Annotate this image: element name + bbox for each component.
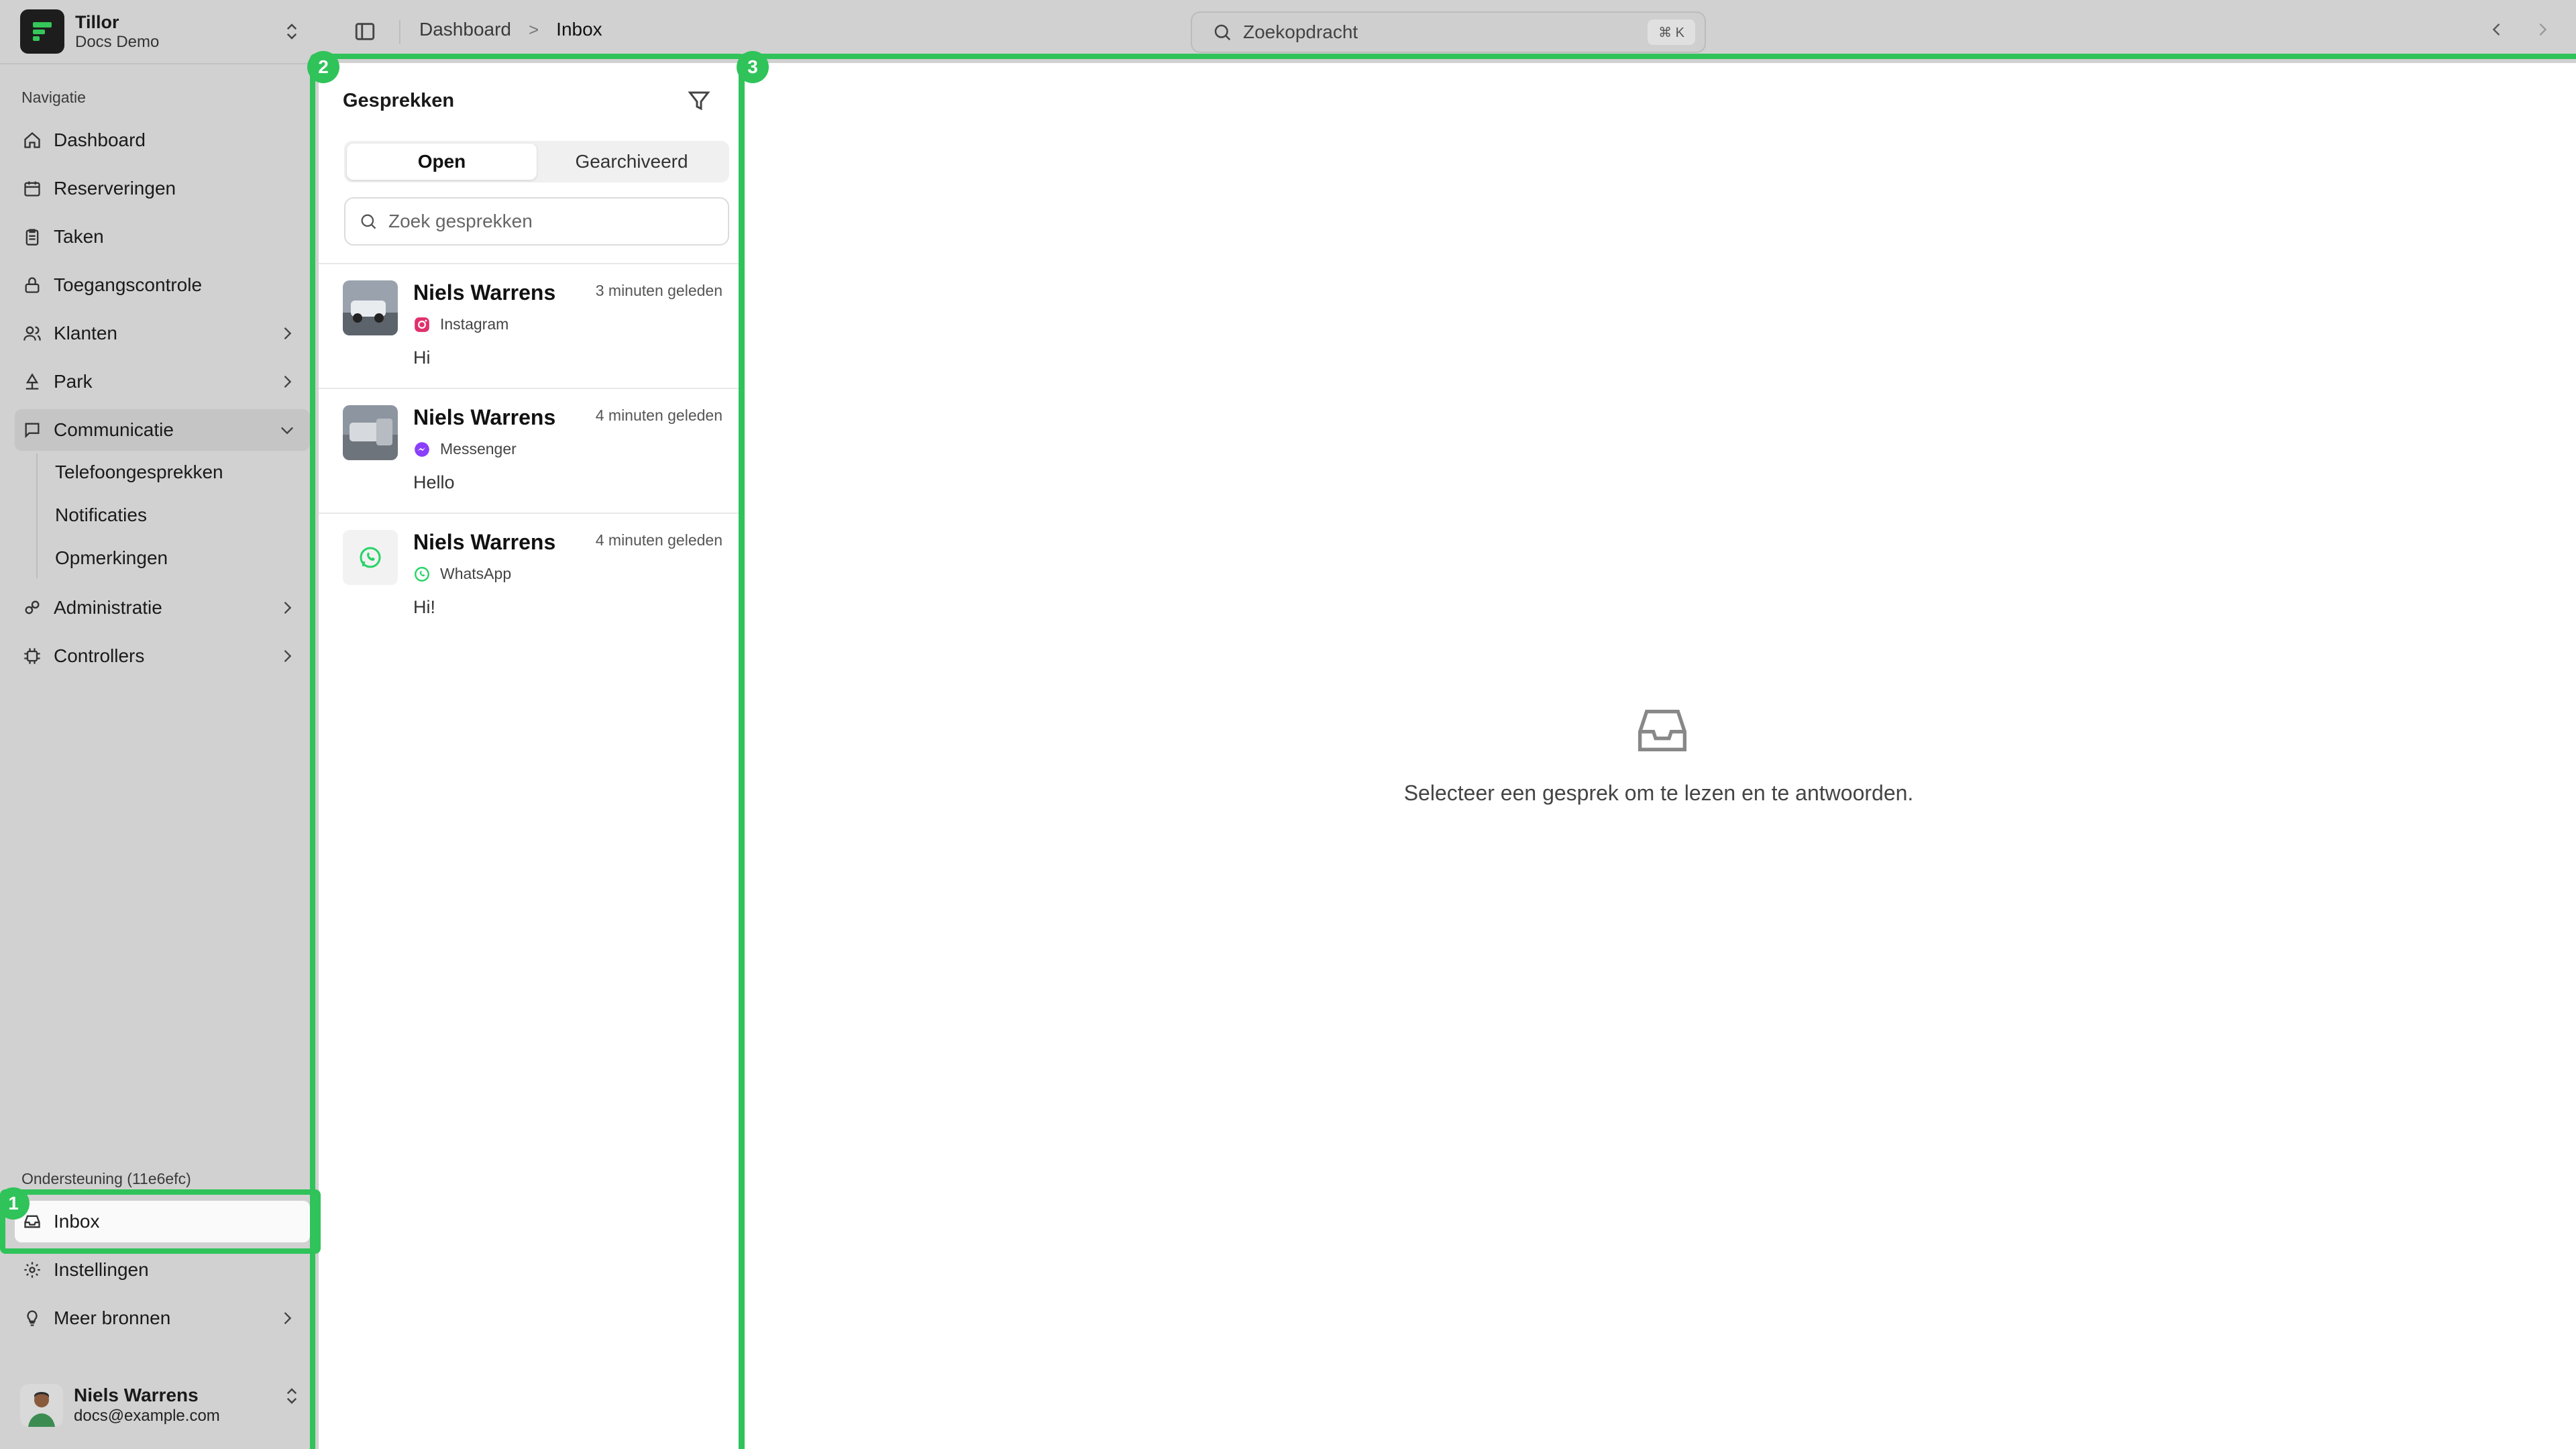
forward-arrow-icon[interactable] <box>2533 20 2552 39</box>
workspace-switcher[interactable]: Tillor Docs Demo <box>20 9 315 54</box>
sidebar-item-park[interactable]: Park <box>15 361 310 402</box>
highlight-box-3 <box>739 54 2576 1449</box>
user-email: docs@example.com <box>74 1407 220 1425</box>
highlight-badge-2: 2 <box>307 51 339 83</box>
admin-icon <box>21 597 43 619</box>
sidebar-item-label: Meer bronnen <box>54 1307 171 1328</box>
chevron-up-down-icon <box>282 1386 302 1406</box>
sidebar-item-toegangscontrole[interactable]: Toegangscontrole <box>15 264 310 306</box>
chat-icon <box>21 419 43 441</box>
back-arrow-icon[interactable] <box>2487 20 2506 39</box>
sidebar-item-klanten[interactable]: Klanten <box>15 313 310 354</box>
highlight-box-1 <box>0 1189 321 1254</box>
sidebar-item-label: Administratie <box>54 597 162 618</box>
highlight-badge-3: 3 <box>737 51 769 83</box>
breadcrumb: Dashboard > Inbox <box>419 19 602 40</box>
sidebar-toggle-icon[interactable] <box>354 20 376 43</box>
sidebar-item-controllers[interactable]: Controllers <box>15 635 310 677</box>
sidebar-item-label: Controllers <box>54 645 145 666</box>
sidebar-item-dashboard[interactable]: Dashboard <box>15 119 310 161</box>
sidebar-item-taken[interactable]: Taken <box>15 216 310 258</box>
users-icon <box>21 323 43 344</box>
user-name: Niels Warrens <box>74 1385 199 1405</box>
lock-icon <box>21 274 43 296</box>
sidebar-item-label: Communicatie <box>54 419 174 440</box>
sidebar-subitem-telefoongesprekken[interactable]: Telefoongesprekken <box>55 462 223 483</box>
chevron-right-icon <box>278 647 297 665</box>
chevron-right-icon <box>278 1309 297 1328</box>
sidebar-item-label: Reserveringen <box>54 178 176 199</box>
global-search-input[interactable]: Zoekopdracht ⌘ K <box>1191 11 1706 53</box>
home-icon <box>21 129 43 151</box>
divider <box>0 63 319 64</box>
sidebar-item-label: Instellingen <box>54 1259 149 1280</box>
sidebar-item-reserveringen[interactable]: Reserveringen <box>15 168 310 209</box>
section-label-navigatie: Navigatie <box>21 89 86 106</box>
workspace-name: Docs Demo <box>75 33 160 51</box>
sidebar-subitem-opmerkingen[interactable]: Opmerkingen <box>55 547 168 569</box>
sidebar-item-label: Klanten <box>54 323 117 343</box>
sidebar-item-label: Toegangscontrole <box>54 274 203 295</box>
sidebar-subitem-notificaties[interactable]: Notificaties <box>55 504 147 526</box>
search-shortcut: ⌘ K <box>1648 19 1695 45</box>
avatar <box>20 1384 63 1427</box>
sidebar-item-label: Park <box>54 371 93 392</box>
highlight-box-2 <box>310 54 745 1449</box>
search-placeholder: Zoekopdracht <box>1243 21 1358 42</box>
lightbulb-icon <box>21 1307 43 1329</box>
tillor-logo <box>20 9 64 54</box>
sidebar-item-label: Taken <box>54 226 104 247</box>
section-label-ondersteuning: Ondersteuning (11e6efc) <box>21 1170 191 1187</box>
breadcrumb-inbox: Inbox <box>556 19 602 40</box>
sidebar-item-instellingen[interactable]: Instellingen <box>15 1249 310 1291</box>
chip-icon <box>21 645 43 667</box>
gear-icon <box>21 1259 43 1281</box>
chevron-right-icon <box>278 372 297 391</box>
calendar-icon <box>21 178 43 199</box>
search-icon <box>1212 22 1232 42</box>
park-icon <box>21 371 43 392</box>
brand-name: Tillor <box>75 12 119 32</box>
sidebar-item-administratie[interactable]: Administratie <box>15 587 310 629</box>
clipboard-icon <box>21 226 43 248</box>
user-menu[interactable]: Niels Warrens docs@example.com <box>20 1375 315 1436</box>
chevron-right-icon <box>278 324 297 343</box>
submenu-line <box>36 453 38 578</box>
sidebar-item-label: Dashboard <box>54 129 146 150</box>
chevron-down-icon <box>278 421 297 439</box>
divider <box>399 20 400 44</box>
sidebar-item-communicatie[interactable]: Communicatie <box>15 409 310 451</box>
chevron-right-icon <box>278 598 297 617</box>
sidebar-item-meer-bronnen[interactable]: Meer bronnen <box>15 1297 310 1339</box>
breadcrumb-dashboard[interactable]: Dashboard <box>419 19 511 40</box>
chevron-up-down-icon <box>282 21 302 42</box>
breadcrumb-separator: > <box>528 19 539 40</box>
